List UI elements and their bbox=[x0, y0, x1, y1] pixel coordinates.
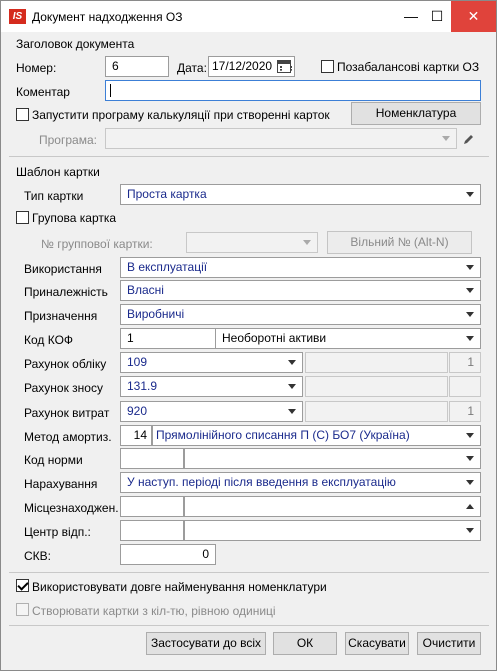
number-input[interactable]: 6 bbox=[105, 56, 169, 77]
account-select[interactable]: 109 bbox=[120, 352, 303, 373]
location-code-input[interactable] bbox=[120, 496, 184, 517]
purpose-label: Призначення bbox=[24, 309, 98, 323]
usage-label: Використання bbox=[24, 262, 102, 276]
depr-method-code-input[interactable]: 14 bbox=[120, 425, 152, 446]
qty-one-checkbox[interactable] bbox=[16, 603, 29, 616]
app-logo-icon: IS bbox=[9, 9, 26, 24]
title-bar: IS Документ надходження ОЗ — ☐ ✕ bbox=[1, 1, 496, 32]
text-cursor bbox=[110, 84, 111, 97]
depr-account-label: Рахунок зносу bbox=[24, 381, 103, 395]
depr-method-select[interactable]: Прямолінійного списання П (С) БО7 (Украї… bbox=[152, 425, 481, 446]
free-number-button[interactable]: Вільний № (Alt-N) bbox=[327, 231, 472, 254]
expense-account-label: Рахунок витрат bbox=[24, 406, 110, 420]
minimize-button[interactable]: — bbox=[397, 1, 425, 32]
chevron-down-icon bbox=[288, 360, 296, 365]
number-label: Номер: bbox=[16, 61, 57, 75]
expense-account-name-field bbox=[305, 401, 448, 422]
cancel-button[interactable]: Скасувати bbox=[345, 632, 409, 655]
chevron-up-icon bbox=[466, 504, 474, 509]
card-type-select[interactable]: Проста картка bbox=[120, 184, 481, 205]
run-calc-label: Запустити програму калькуляції при створ… bbox=[32, 108, 330, 122]
account-label: Рахунок обліку bbox=[24, 357, 107, 371]
close-button[interactable]: ✕ bbox=[451, 1, 496, 32]
date-value: 17/12/2020 bbox=[212, 59, 273, 73]
group-card-label: Групова картка bbox=[32, 211, 117, 225]
pencil-edit-icon[interactable] bbox=[463, 133, 475, 145]
chevron-down-icon bbox=[466, 192, 474, 197]
depr-method-label: Метод амортиз. bbox=[24, 430, 112, 444]
section-divider bbox=[9, 572, 489, 573]
location-select[interactable] bbox=[184, 496, 481, 517]
responsibility-select[interactable] bbox=[184, 520, 481, 541]
window-title: Документ надходження ОЗ bbox=[32, 10, 183, 24]
kof-code-input[interactable]: 1 bbox=[120, 328, 216, 349]
depr-account-name-field bbox=[305, 376, 448, 397]
header-section-title: Заголовок документа bbox=[16, 37, 135, 51]
offbalance-checkbox[interactable] bbox=[321, 60, 334, 73]
expense-qty-field: 1 bbox=[449, 401, 481, 422]
long-name-checkbox[interactable] bbox=[16, 579, 29, 592]
date-label: Дата: bbox=[177, 61, 207, 75]
chevron-down-icon bbox=[303, 240, 311, 245]
chevron-down-icon bbox=[466, 528, 474, 533]
responsibility-code-input[interactable] bbox=[120, 520, 184, 541]
program-select[interactable] bbox=[105, 128, 457, 149]
group-number-select[interactable] bbox=[186, 232, 318, 253]
chevron-down-icon bbox=[466, 456, 474, 461]
group-card-checkbox[interactable] bbox=[16, 211, 29, 224]
usage-select[interactable]: В експлуатації bbox=[120, 257, 481, 278]
chevron-down-icon bbox=[442, 136, 450, 141]
skv-input[interactable]: 0 bbox=[120, 544, 216, 565]
section-divider bbox=[9, 625, 489, 626]
card-type-label: Тип картки bbox=[24, 189, 84, 203]
chevron-down-icon bbox=[466, 312, 474, 317]
chevron-down-icon bbox=[466, 336, 474, 341]
location-label: Місцезнаходжен. bbox=[24, 501, 119, 515]
chevron-down-icon bbox=[466, 265, 474, 270]
ok-button[interactable]: ОК bbox=[273, 632, 337, 655]
depr-account-qty-field bbox=[449, 376, 481, 397]
account-qty-field: 1 bbox=[449, 352, 481, 373]
norm-code-input[interactable] bbox=[120, 448, 184, 469]
chevron-down-icon bbox=[466, 288, 474, 293]
calendar-icon[interactable] bbox=[277, 60, 292, 73]
comment-input[interactable] bbox=[105, 80, 481, 101]
long-name-label: Використовувати довге найменування номен… bbox=[32, 580, 327, 594]
chevron-down-icon bbox=[466, 433, 474, 438]
chevron-down-icon bbox=[466, 480, 474, 485]
offbalance-label: Позабалансові картки ОЗ bbox=[337, 60, 480, 74]
account-name-field bbox=[305, 352, 448, 373]
purpose-select[interactable]: Виробничі bbox=[120, 304, 481, 325]
ownership-label: Приналежність bbox=[24, 285, 108, 299]
template-section-title: Шаблон картки bbox=[16, 165, 100, 179]
norm-code-label: Код норми bbox=[24, 453, 83, 467]
kof-select[interactable]: Необоротні активи bbox=[215, 328, 481, 349]
group-number-label: № группової картки: bbox=[41, 237, 153, 251]
maximize-button[interactable]: ☐ bbox=[423, 1, 451, 32]
comment-label: Коментар bbox=[16, 85, 70, 99]
clear-button[interactable]: Очистити bbox=[417, 632, 481, 655]
date-input[interactable]: 17/12/2020 bbox=[208, 56, 295, 77]
norm-select[interactable] bbox=[184, 448, 481, 469]
document-dialog: IS Документ надходження ОЗ — ☐ ✕ Заголов… bbox=[0, 0, 497, 671]
nomenclature-button[interactable]: Номенклатура bbox=[351, 102, 481, 125]
chevron-down-icon bbox=[288, 409, 296, 414]
qty-one-label: Створювати картки з кіл-тю, рівною одини… bbox=[32, 604, 276, 618]
responsibility-label: Центр відп.: bbox=[24, 525, 91, 539]
apply-all-button[interactable]: Застосувати до всіх bbox=[146, 632, 266, 655]
program-label: Програма: bbox=[39, 133, 97, 147]
skv-label: СКВ: bbox=[24, 549, 51, 563]
accrual-select[interactable]: У наступ. періоді після введення в експл… bbox=[120, 472, 481, 493]
run-calc-checkbox[interactable] bbox=[16, 108, 29, 121]
expense-account-select[interactable]: 920 bbox=[120, 401, 303, 422]
chevron-down-icon bbox=[288, 384, 296, 389]
accrual-label: Нарахування bbox=[24, 477, 98, 491]
depr-account-select[interactable]: 131.9 bbox=[120, 376, 303, 397]
section-divider bbox=[9, 156, 489, 157]
ownership-select[interactable]: Власні bbox=[120, 280, 481, 301]
kof-label: Код КОФ bbox=[24, 333, 74, 347]
